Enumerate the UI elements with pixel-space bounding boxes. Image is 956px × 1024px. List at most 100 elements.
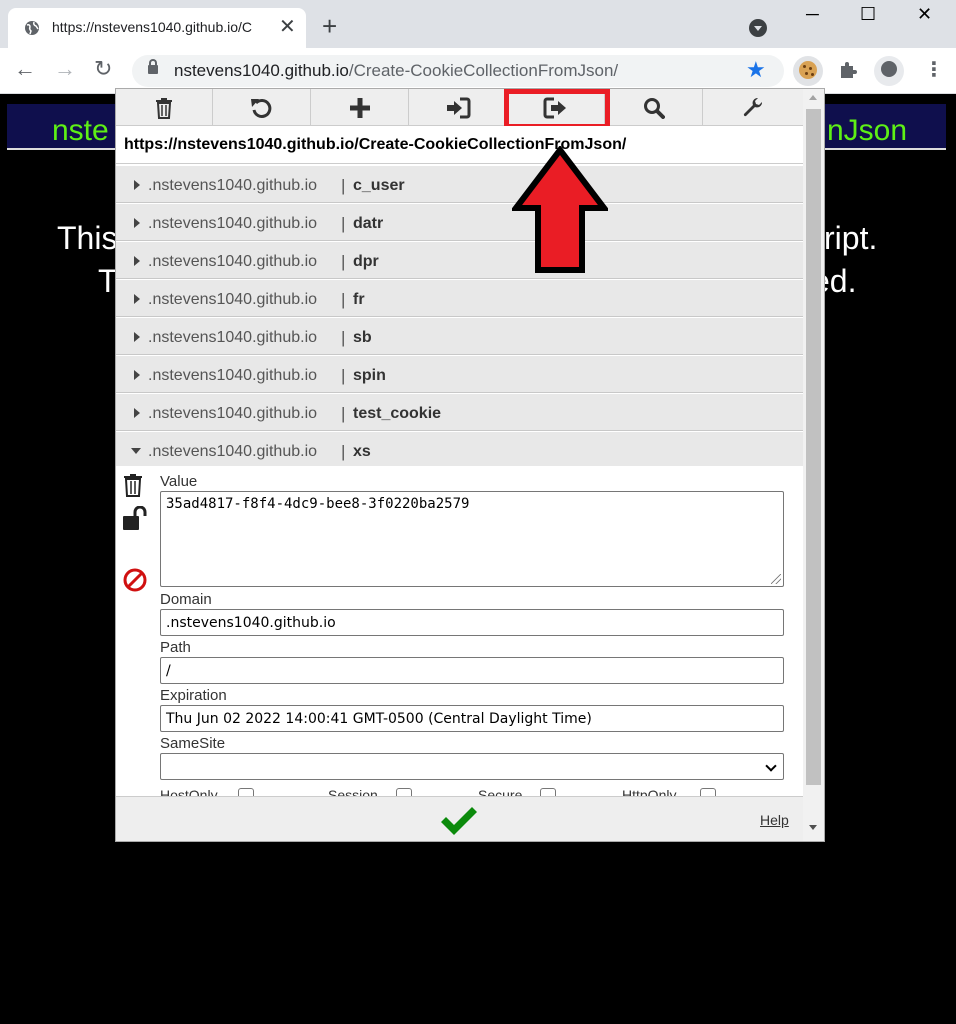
popup-scrollbar[interactable] <box>803 89 824 841</box>
cookie-domain: .nstevens1040.github.io <box>148 329 318 346</box>
minimize-button[interactable]: ─ <box>806 4 819 25</box>
scroll-down-arrow-icon[interactable] <box>809 825 817 830</box>
cookie-row-fr[interactable]: .nstevens1040.github.io | fr <box>116 279 803 317</box>
cookie-name: c_user <box>353 177 405 194</box>
browser-menu-icon[interactable]: ⋮ <box>924 60 944 80</box>
cookie-row-xs[interactable]: .nstevens1040.github.io | xs <box>116 431 803 469</box>
tab-search-icon[interactable] <box>749 19 767 37</box>
cookie-row-spin[interactable]: .nstevens1040.github.io | spin <box>116 355 803 393</box>
path-input[interactable]: / <box>160 657 784 684</box>
page-header-title-end: nJson <box>827 114 908 147</box>
globe-icon <box>25 21 39 35</box>
reload-icon[interactable]: ↻ <box>94 58 112 80</box>
bookmark-star-icon[interactable]: ★ <box>746 57 766 83</box>
collapsed-triangle-icon <box>134 332 140 342</box>
cookie-domain: .nstevens1040.github.io <box>148 177 318 194</box>
forward-icon[interactable]: → <box>54 58 76 80</box>
lock-icon[interactable] <box>148 59 158 74</box>
cookie-detail-panel: Value 35ad4817-f8f4-4dc9-bee8-3f0220ba25… <box>116 466 803 799</box>
scroll-thumb[interactable] <box>806 109 821 785</box>
popup-footer: Help <box>116 796 803 842</box>
cookie-name: spin <box>353 367 386 384</box>
options-button[interactable] <box>704 89 801 126</box>
collapsed-triangle-icon <box>134 218 140 228</box>
tab-close-icon[interactable]: ✕ <box>279 17 296 37</box>
address-url[interactable]: nstevens1040.github.io/Create-CookieColl… <box>174 61 618 81</box>
cookie-row-datr[interactable]: .nstevens1040.github.io | datr <box>116 203 803 241</box>
path-label: Path <box>160 639 191 656</box>
popup-toolbar <box>116 89 803 129</box>
export-highlight-box <box>504 89 610 129</box>
cookie-separator: | <box>341 252 346 271</box>
trash-icon[interactable] <box>122 473 144 497</box>
save-checkmark-icon[interactable] <box>438 805 480 837</box>
page-header-title: nste <box>52 114 109 147</box>
expanded-triangle-icon <box>131 448 141 454</box>
page-text-line1: This <box>57 220 118 256</box>
search-button[interactable] <box>606 89 703 126</box>
cookie-domain: .nstevens1040.github.io <box>148 291 318 308</box>
block-icon[interactable] <box>122 567 148 593</box>
cookie-name: dpr <box>353 253 379 270</box>
new-tab-button[interactable]: + <box>322 13 337 39</box>
extensions-puzzle-icon[interactable] <box>838 60 858 80</box>
close-window-button[interactable]: ✕ <box>917 4 932 25</box>
cookie-domain: .nstevens1040.github.io <box>148 215 318 232</box>
cookie-row-dpr[interactable]: .nstevens1040.github.io | dpr <box>116 241 803 279</box>
cookie-name: fr <box>353 291 365 308</box>
cookie-domain: .nstevens1040.github.io <box>148 405 318 422</box>
browser-tab[interactable]: https://nstevens1040.github.io/C ✕ <box>8 8 306 48</box>
cookie-name: test_cookie <box>353 405 442 422</box>
unlock-icon[interactable] <box>122 506 150 532</box>
expiration-input[interactable]: Thu Jun 02 2022 14:00:41 GMT-0500 (Centr… <box>160 705 784 732</box>
value-textarea[interactable]: 35ad4817-f8f4-4dc9-bee8-3f0220ba2579 <box>160 491 784 587</box>
cookie-name: sb <box>353 329 372 346</box>
collapsed-triangle-icon <box>134 294 140 304</box>
value-label: Value <box>160 473 198 490</box>
red-annotation-arrow <box>512 146 608 273</box>
collapsed-triangle-icon <box>134 180 140 190</box>
cookie-name: xs <box>353 443 371 460</box>
cookie-domain: .nstevens1040.github.io <box>148 253 318 270</box>
plus-icon <box>350 97 370 118</box>
delete-all-button[interactable] <box>116 89 213 126</box>
import-button[interactable] <box>410 89 507 126</box>
current-url-bar: https://nstevens1040.github.io/Create-Co… <box>116 126 803 164</box>
cookie-extension-icon[interactable] <box>793 56 823 86</box>
cookie-separator: | <box>341 442 346 461</box>
cookie-editor-popup: https://nstevens1040.github.io/Create-Co… <box>115 88 825 842</box>
cookie-separator: | <box>341 366 346 385</box>
cookie-separator: | <box>341 404 346 423</box>
collapsed-triangle-icon <box>134 370 140 380</box>
cookie-separator: | <box>341 290 346 309</box>
collapsed-triangle-icon <box>134 256 140 266</box>
back-icon[interactable]: ← <box>14 58 36 80</box>
resize-grip-icon[interactable] <box>771 574 781 584</box>
cookie-domain: .nstevens1040.github.io <box>148 367 318 384</box>
cookie-separator: | <box>341 214 346 233</box>
samesite-label: SameSite <box>160 735 226 752</box>
footer-divider <box>362 841 616 842</box>
cookie-row-c-user[interactable]: .nstevens1040.github.io | c_user <box>116 165 803 203</box>
domain-label: Domain <box>160 591 212 608</box>
reset-button[interactable] <box>214 89 311 126</box>
samesite-select[interactable] <box>160 753 784 780</box>
wrench-icon <box>743 97 762 116</box>
cookie-name: datr <box>353 215 384 232</box>
domain-input[interactable]: .nstevens1040.github.io <box>160 609 784 636</box>
address-bar[interactable]: nstevens1040.github.io/Create-CookieColl… <box>132 55 784 87</box>
cookie-domain: .nstevens1040.github.io <box>148 443 318 460</box>
scroll-up-arrow-icon[interactable] <box>809 95 817 100</box>
import-icon <box>447 97 471 118</box>
tab-strip: https://nstevens1040.github.io/C ✕ + ─ ☐… <box>0 0 956 48</box>
profile-avatar-icon[interactable] <box>874 56 904 86</box>
cookie-row-test-cookie[interactable]: .nstevens1040.github.io | test_cookie <box>116 393 803 431</box>
trash-icon <box>156 97 172 119</box>
maximize-button[interactable]: ☐ <box>860 4 876 25</box>
cookie-separator: | <box>341 176 346 195</box>
cookie-row-sb[interactable]: .nstevens1040.github.io | sb <box>116 317 803 355</box>
help-link[interactable]: Help <box>760 812 789 828</box>
chevron-down-icon <box>765 760 777 772</box>
collapsed-triangle-icon <box>134 408 140 418</box>
add-cookie-button[interactable] <box>312 89 409 126</box>
